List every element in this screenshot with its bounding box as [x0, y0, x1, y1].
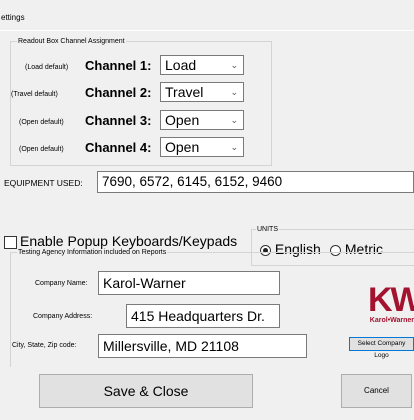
company-logo: KW Karol•Warner: [368, 283, 414, 324]
city-state-zip-label: City, State, Zip code:: [12, 342, 77, 349]
channel-2-value: Travel: [165, 84, 204, 100]
chevron-down-icon: ⌄: [230, 60, 238, 70]
channel-4-hint: (Open default): [19, 146, 64, 153]
popup-keyboards-checkbox[interactable]: [4, 236, 17, 249]
channel-1-hint: (Load default): [25, 64, 69, 71]
company-name-label: Company Name:: [35, 280, 88, 287]
channel-3-hint: (Open default): [19, 119, 64, 126]
city-state-zip-field[interactable]: Millersville, MD 21108: [98, 334, 307, 358]
equipment-field[interactable]: 7690, 6572, 6145, 6152, 9460: [97, 171, 414, 193]
titlebar-divider: [0, 30, 414, 31]
channel-1-label: Channel 1:: [85, 58, 152, 73]
cancel-button[interactable]: Cancel: [341, 374, 412, 408]
select-company-logo-button[interactable]: Select Company Logo: [349, 337, 414, 359]
company-logo-subtext: Karol•Warner: [369, 317, 414, 324]
window-title: ettings: [1, 13, 25, 22]
company-name-field[interactable]: Karol-Warner: [98, 271, 280, 295]
channel-1-value: Load: [165, 57, 197, 73]
chevron-down-icon: ⌄: [230, 115, 238, 125]
save-close-button[interactable]: Save & Close: [39, 374, 253, 408]
popup-keyboards-label[interactable]: Enable Popup Keyboards/Keypads: [20, 233, 237, 249]
equipment-label: EQUIPMENT USED:: [4, 178, 83, 188]
channel-3-label: Channel 3:: [85, 113, 152, 128]
chevron-down-icon: ⌄: [230, 142, 238, 152]
channel-3-value: Open: [165, 112, 200, 128]
company-address-label: Company Address:: [33, 313, 93, 320]
company-logo-mark: KW: [368, 281, 414, 319]
company-address-field[interactable]: 415 Headquarters Dr.: [126, 304, 280, 328]
channel-assignment-legend: Readout Box Channel Assignment: [18, 38, 125, 45]
channel-2-hint: (Travel default): [11, 91, 58, 98]
chevron-down-icon: ⌄: [230, 87, 238, 97]
channel-2-label: Channel 2:: [85, 85, 152, 100]
channel-3-select[interactable]: Open ⌄: [160, 110, 244, 130]
channel-4-label: Channel 4:: [85, 140, 152, 155]
channel-4-select[interactable]: Open ⌄: [160, 137, 244, 157]
channel-4-value: Open: [165, 139, 200, 155]
agency-info-legend: Testing Agency Information included on R…: [18, 249, 167, 256]
units-legend: UNITS: [257, 226, 278, 233]
channel-2-select[interactable]: Travel ⌄: [160, 82, 244, 102]
channel-1-select[interactable]: Load ⌄: [160, 55, 244, 75]
